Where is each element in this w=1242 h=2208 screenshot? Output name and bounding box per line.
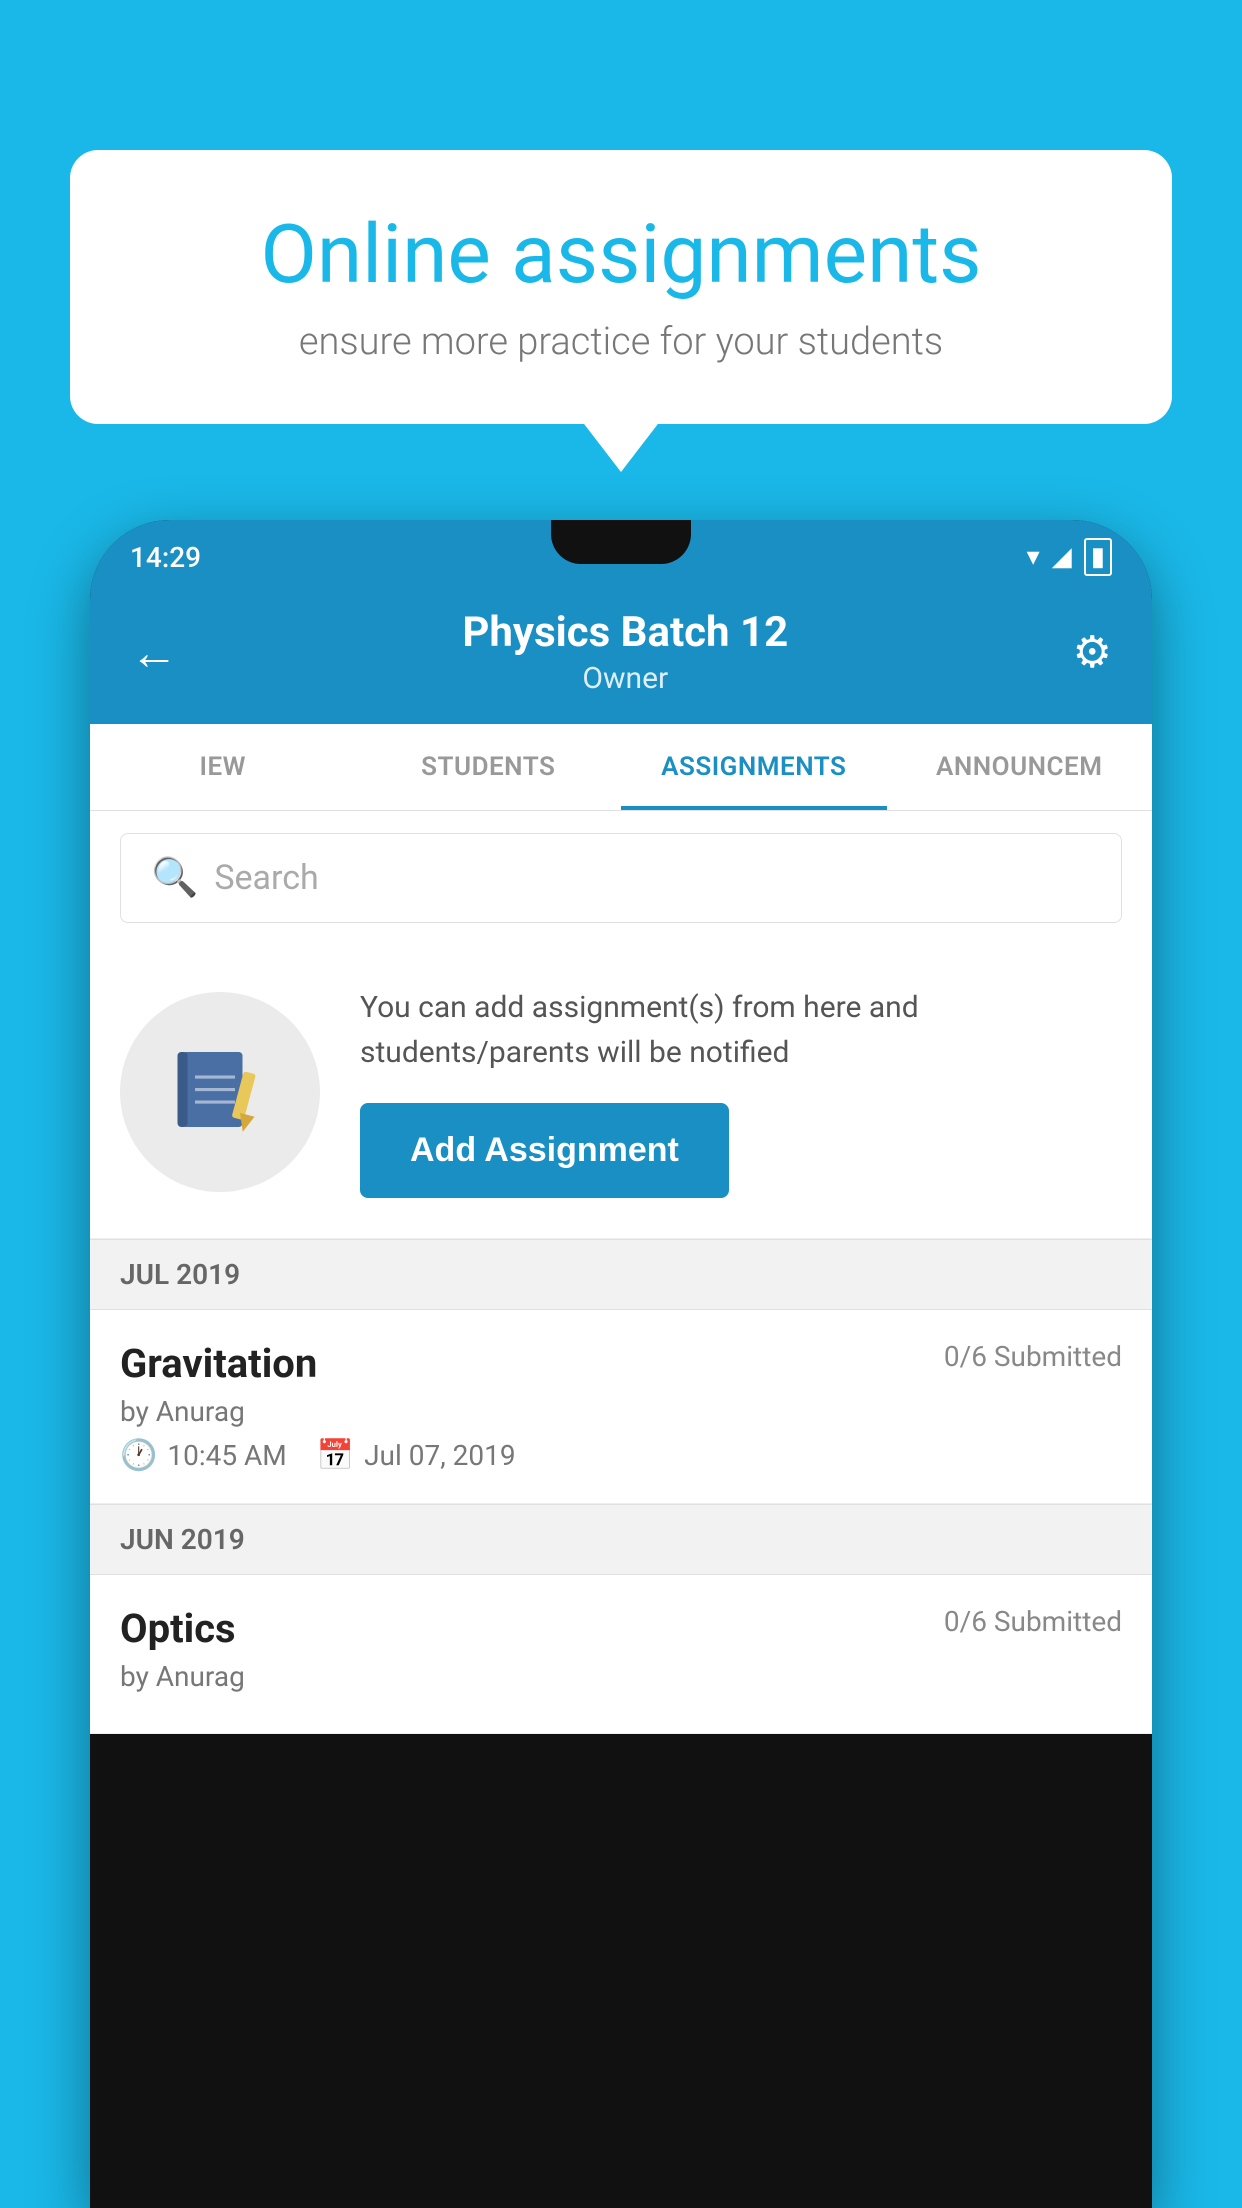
assignment-date: Jul 07, 2019: [364, 1439, 516, 1472]
assignment-name: Gravitation: [120, 1340, 317, 1387]
speech-bubble-container: Online assignments ensure more practice …: [70, 150, 1172, 424]
assignment-row: Optics 0/6 Submitted: [120, 1605, 1122, 1652]
assignment-name-optics: Optics: [120, 1605, 236, 1652]
clock-icon: 🕐: [120, 1438, 157, 1473]
assignment-author-optics: by Anurag: [120, 1660, 1122, 1693]
speech-bubble: Online assignments ensure more practice …: [70, 150, 1172, 424]
assignment-meta: 🕐 10:45 AM 📅 Jul 07, 2019: [120, 1438, 1122, 1473]
meta-date: 📅 Jul 07, 2019: [317, 1438, 516, 1473]
assignment-row: Gravitation 0/6 Submitted: [120, 1340, 1122, 1387]
add-assignment-button[interactable]: Add Assignment: [360, 1103, 729, 1198]
search-icon: 🔍: [151, 856, 198, 900]
section-header-jun: JUN 2019: [90, 1504, 1152, 1575]
promo-section: You can add assignment(s) from here and …: [90, 945, 1152, 1239]
phone-notch: [551, 520, 691, 564]
search-bar[interactable]: 🔍 Search: [120, 833, 1122, 923]
calendar-icon: 📅: [317, 1438, 354, 1473]
wifi-icon: ▾: [1027, 542, 1040, 572]
assignment-time: 10:45 AM: [167, 1439, 286, 1472]
tab-students[interactable]: STUDENTS: [356, 724, 622, 810]
status-time: 14:29: [130, 541, 201, 574]
settings-icon[interactable]: ⚙: [1073, 626, 1112, 678]
battery-icon: ▮: [1084, 538, 1112, 576]
promo-icon-circle: [120, 992, 320, 1192]
signal-icon: ◢: [1052, 542, 1072, 572]
notebook-svg-icon: [170, 1042, 270, 1142]
status-icons: ▾ ◢ ▮: [1027, 538, 1112, 576]
assignment-item-optics[interactable]: Optics 0/6 Submitted by Anurag: [90, 1575, 1152, 1734]
main-content: 🔍 Search: [90, 811, 1152, 1734]
tab-assignments[interactable]: ASSIGNMENTS: [621, 724, 887, 810]
speech-bubble-title: Online assignments: [150, 210, 1092, 300]
search-container: 🔍 Search: [90, 811, 1152, 945]
promo-description: You can add assignment(s) from here and …: [360, 985, 1122, 1075]
app-header: ← Physics Batch 12 Owner ⚙: [90, 588, 1152, 724]
header-center: Physics Batch 12 Owner: [462, 608, 788, 696]
promo-text-section: You can add assignment(s) from here and …: [360, 985, 1122, 1198]
tab-bar: IEW STUDENTS ASSIGNMENTS ANNOUNCEM: [90, 724, 1152, 811]
assignment-item-gravitation[interactable]: Gravitation 0/6 Submitted by Anurag 🕐 10…: [90, 1310, 1152, 1504]
assignment-submitted: 0/6 Submitted: [944, 1340, 1122, 1373]
search-placeholder: Search: [214, 858, 318, 898]
assignment-author: by Anurag: [120, 1395, 1122, 1428]
assignment-submitted-optics: 0/6 Submitted: [944, 1605, 1122, 1638]
header-title: Physics Batch 12: [462, 608, 788, 657]
phone-frame: 14:29 ▾ ◢ ▮ ← Physics Batch 12 Owner ⚙ I…: [90, 520, 1152, 2208]
header-subtitle: Owner: [462, 661, 788, 696]
tab-announcements[interactable]: ANNOUNCEM: [887, 724, 1153, 810]
meta-time: 🕐 10:45 AM: [120, 1438, 287, 1473]
back-button[interactable]: ←: [130, 624, 178, 681]
section-header-jul: JUL 2019: [90, 1239, 1152, 1310]
tab-iew[interactable]: IEW: [90, 724, 356, 810]
speech-bubble-subtitle: ensure more practice for your students: [150, 320, 1092, 364]
